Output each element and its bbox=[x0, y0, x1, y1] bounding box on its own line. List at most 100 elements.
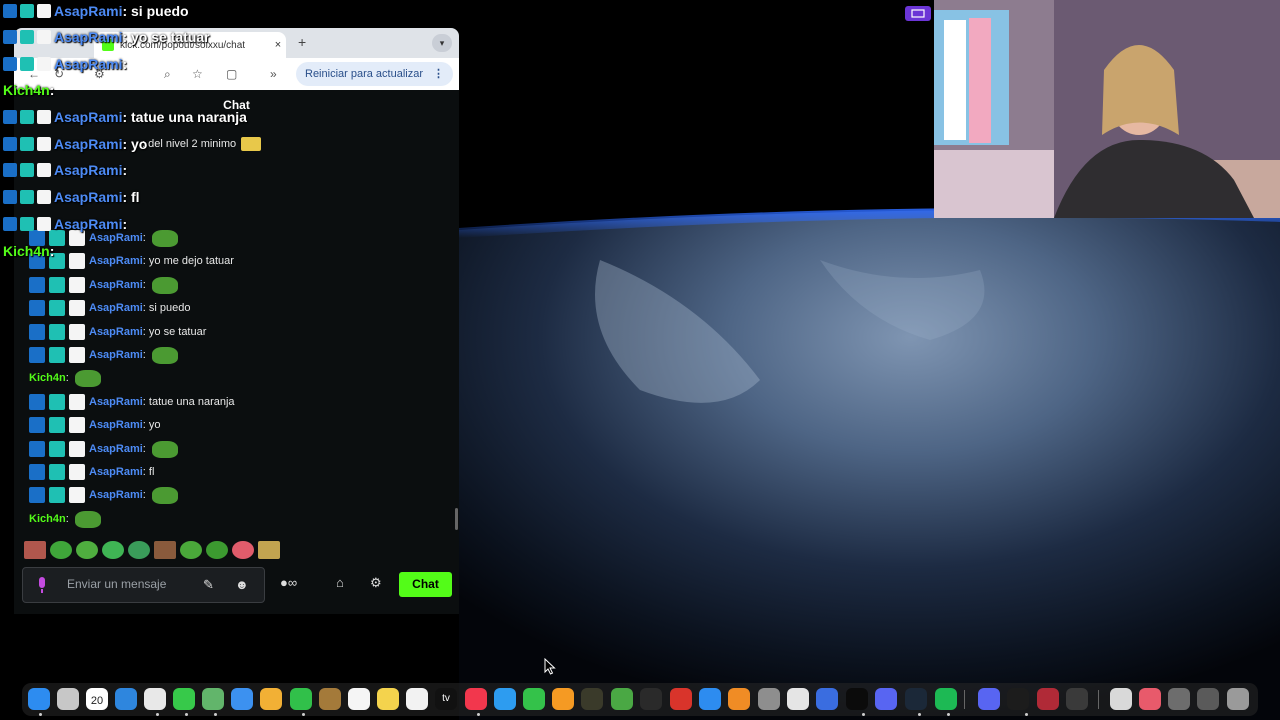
bot-badge-icon bbox=[3, 163, 17, 177]
safari-icon[interactable] bbox=[115, 688, 137, 710]
facetime-icon[interactable] bbox=[290, 688, 312, 710]
pages-icon[interactable] bbox=[552, 688, 574, 710]
activity-icon[interactable] bbox=[1066, 688, 1088, 710]
discord-icon[interactable] bbox=[875, 688, 897, 710]
bookmark-star-icon[interactable]: ☆ bbox=[192, 67, 203, 81]
notes-icon[interactable] bbox=[377, 688, 399, 710]
tab-menu-chevron-icon[interactable]: ▾ bbox=[432, 34, 452, 52]
keynote-icon[interactable] bbox=[494, 688, 516, 710]
chat-username[interactable]: AsapRami bbox=[89, 419, 143, 431]
pdf-icon[interactable] bbox=[1139, 688, 1161, 710]
chat-message: AsapRami: tatue una naranja bbox=[29, 392, 235, 412]
chat-username[interactable]: Kich4n bbox=[29, 513, 66, 525]
calendar-icon[interactable]: 20 bbox=[86, 688, 108, 710]
mail-icon[interactable] bbox=[231, 688, 253, 710]
chat-username[interactable]: AsapRami bbox=[89, 443, 143, 455]
chat-username[interactable]: AsapRami bbox=[89, 489, 143, 501]
message-text: : yo bbox=[142, 419, 161, 431]
ea-icon[interactable] bbox=[1007, 688, 1029, 710]
chrome-icon[interactable] bbox=[144, 688, 166, 710]
og-badge-icon bbox=[20, 190, 34, 204]
folder-icon[interactable] bbox=[1197, 688, 1219, 710]
message-text: : bbox=[142, 443, 149, 455]
gear-icon[interactable]: ⚙ bbox=[370, 575, 382, 591]
microphone-icon[interactable] bbox=[37, 577, 47, 593]
bot-badge-icon bbox=[29, 394, 45, 410]
emote-icon[interactable] bbox=[76, 541, 98, 559]
message-input[interactable]: Enviar un mensaje bbox=[67, 577, 166, 591]
steam-icon[interactable] bbox=[905, 688, 927, 710]
emote-icon[interactable] bbox=[206, 541, 228, 559]
trash-icon[interactable] bbox=[1227, 688, 1249, 710]
emote-icon[interactable] bbox=[154, 541, 176, 559]
emote-icon[interactable] bbox=[258, 541, 280, 559]
users-icon[interactable]: ●∞ bbox=[280, 575, 297, 590]
freeform-icon[interactable] bbox=[406, 688, 428, 710]
more-chevron-icon[interactable]: » bbox=[270, 67, 277, 81]
emote-icon[interactable] bbox=[50, 541, 72, 559]
store-icon[interactable]: ⌂ bbox=[336, 575, 344, 590]
chat-username[interactable]: AsapRami bbox=[89, 255, 143, 267]
utility-icon[interactable] bbox=[787, 688, 809, 710]
numbers-icon[interactable] bbox=[523, 688, 545, 710]
message-text: : yo me dejo tatuar bbox=[142, 255, 234, 267]
finder-icon[interactable] bbox=[28, 688, 50, 710]
restart-to-update-button[interactable]: Reiniciar para actualizar ⋮ bbox=[296, 62, 453, 86]
og-badge-icon bbox=[20, 110, 34, 124]
appletv-icon[interactable]: tv bbox=[435, 688, 457, 710]
mouse-cursor-icon bbox=[544, 658, 556, 675]
chat-username[interactable]: AsapRami bbox=[89, 396, 143, 408]
chat-username[interactable]: Kich4n bbox=[29, 372, 66, 384]
minecraft-icon[interactable] bbox=[611, 688, 633, 710]
message-text: : bbox=[142, 349, 149, 361]
bot-badge-icon bbox=[3, 30, 17, 44]
appstore-icon[interactable] bbox=[699, 688, 721, 710]
settings-icon[interactable] bbox=[758, 688, 780, 710]
discord-alt-icon[interactable] bbox=[978, 688, 1000, 710]
emote-icon[interactable] bbox=[232, 541, 254, 559]
dictionary-icon[interactable] bbox=[1037, 688, 1059, 710]
og-badge-icon bbox=[49, 347, 65, 363]
crossover-icon[interactable] bbox=[670, 688, 692, 710]
chat-scrollbar[interactable] bbox=[455, 508, 458, 530]
roblox-icon[interactable] bbox=[816, 688, 838, 710]
chat-username[interactable]: AsapRami bbox=[89, 302, 143, 314]
game-icon[interactable] bbox=[581, 688, 603, 710]
zoom-icon[interactable]: ⌕ bbox=[164, 67, 171, 82]
maps-icon[interactable] bbox=[202, 688, 224, 710]
folder-icon[interactable] bbox=[1168, 688, 1190, 710]
chat-username[interactable]: AsapRami bbox=[89, 279, 143, 291]
spotify-icon[interactable] bbox=[935, 688, 957, 710]
overlay-chat-message: AsapRami: bbox=[3, 214, 127, 234]
photos-icon[interactable] bbox=[260, 688, 282, 710]
bot-badge-icon bbox=[3, 110, 17, 124]
extensions-icon[interactable]: ▢ bbox=[226, 67, 237, 81]
document-icon[interactable] bbox=[1110, 688, 1132, 710]
new-tab-button[interactable]: + bbox=[298, 34, 306, 50]
chat-username[interactable]: AsapRami bbox=[89, 326, 143, 338]
running-indicator bbox=[214, 713, 217, 716]
music-icon[interactable] bbox=[465, 688, 487, 710]
close-tab-icon[interactable]: × bbox=[270, 39, 286, 51]
chat-username[interactable]: AsapRami bbox=[89, 349, 143, 361]
send-chat-button[interactable]: Chat bbox=[399, 572, 452, 597]
pen-icon[interactable]: ✎ bbox=[203, 577, 214, 593]
archive-icon[interactable] bbox=[319, 688, 341, 710]
reminders-icon[interactable] bbox=[348, 688, 370, 710]
fl-studio-icon[interactable] bbox=[728, 688, 750, 710]
launchpad-icon[interactable] bbox=[57, 688, 79, 710]
csgo-icon[interactable] bbox=[640, 688, 662, 710]
running-indicator bbox=[477, 713, 480, 716]
emoji-icon[interactable]: ☻ bbox=[235, 577, 249, 592]
emote-icon[interactable] bbox=[24, 541, 46, 559]
emote-icon[interactable] bbox=[128, 541, 150, 559]
running-indicator bbox=[39, 713, 42, 716]
emote-icon[interactable] bbox=[180, 541, 202, 559]
subscriber-badge-icon bbox=[69, 441, 85, 457]
messages-icon[interactable] bbox=[173, 688, 195, 710]
emote-icon[interactable] bbox=[102, 541, 124, 559]
kebab-menu-icon[interactable]: ⋮ bbox=[433, 62, 444, 86]
kick-icon[interactable] bbox=[846, 688, 868, 710]
message-input-box[interactable]: Enviar un mensaje ✎ ☻ bbox=[22, 567, 265, 603]
chat-username[interactable]: AsapRami bbox=[89, 466, 143, 478]
